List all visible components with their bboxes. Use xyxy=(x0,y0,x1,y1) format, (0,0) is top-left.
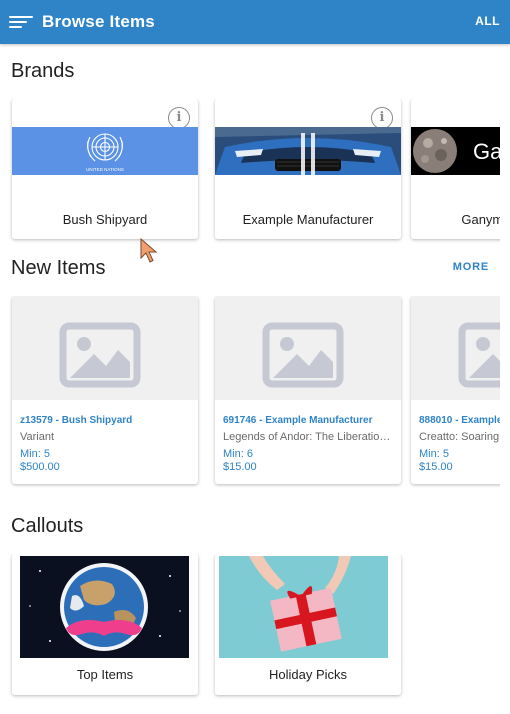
new-items-heading: New Items xyxy=(11,257,106,279)
ganymede-moon-logo: Gan xyxy=(411,127,500,175)
image-placeholder-icon xyxy=(12,296,198,400)
item-price: $500.00 xyxy=(20,461,60,473)
brands-heading: Brands xyxy=(11,60,75,82)
item-price: $15.00 xyxy=(223,461,257,473)
un-logo-text: UNITED NATIONS xyxy=(86,167,124,172)
callouts-row: Top Items Holiday Picks xyxy=(0,554,500,702)
item-min-qty: Min: 5 xyxy=(20,448,50,460)
callout-label: Top Items xyxy=(76,667,134,682)
brand-card-ganymede[interactable]: Gan Ganymede Ltd xyxy=(411,99,500,239)
image-placeholder-icon xyxy=(215,296,401,400)
blue-sports-car-photo xyxy=(215,127,401,175)
item-code[interactable]: 691746 - Example Manufacturer xyxy=(223,415,373,426)
app-bar: Browse Items ALL xyxy=(0,0,510,44)
info-icon[interactable]: i xyxy=(168,107,190,129)
item-name: Creatto: Soaring Sky xyxy=(419,431,500,443)
callouts-heading: Callouts xyxy=(11,515,84,537)
earth-mustache-image xyxy=(20,556,189,658)
item-min-qty: Min: 5 xyxy=(419,448,449,460)
brand-name: Ganymede Ltd xyxy=(461,212,500,227)
callout-label: Holiday Picks xyxy=(268,667,348,682)
item-name: Legends of Andor: The Liberation of Riet… xyxy=(223,431,395,443)
hamburger-menu-icon[interactable] xyxy=(9,12,33,32)
new-items-carousel[interactable]: z13579 - Bush Shipyard Variant Min: 5 $5… xyxy=(0,296,500,490)
item-card[interactable]: 691746 - Example Manufacturer Legends of… xyxy=(215,296,401,484)
gift-box-image xyxy=(219,556,388,658)
item-card[interactable]: z13579 - Bush Shipyard Variant Min: 5 $5… xyxy=(12,296,198,484)
brands-carousel[interactable]: i UNITED NATIONS Bush Shipyard i Example… xyxy=(0,99,500,245)
info-icon[interactable]: i xyxy=(371,107,393,129)
brand-name: Example Manufacturer xyxy=(242,212,374,227)
item-code[interactable]: z13579 - Bush Shipyard xyxy=(20,415,132,426)
brand-name: Bush Shipyard xyxy=(62,212,148,227)
brand-card-example-manufacturer[interactable]: i Example Manufacturer xyxy=(215,99,401,239)
app-title: Browse Items xyxy=(42,12,155,31)
ganymede-logo-text: Gan xyxy=(473,139,500,164)
callout-card-holiday-picks[interactable]: Holiday Picks xyxy=(215,554,401,695)
item-price: $15.00 xyxy=(419,461,453,473)
callout-card-top-items[interactable]: Top Items xyxy=(12,554,198,695)
item-min-qty: Min: 6 xyxy=(223,448,253,460)
image-placeholder-icon xyxy=(411,296,500,400)
item-code[interactable]: 888010 - Example Manufacturer xyxy=(419,415,500,426)
item-card[interactable]: 888010 - Example Manufacturer Creatto: S… xyxy=(411,296,500,484)
item-name: Variant xyxy=(20,431,55,443)
brand-card-bush-shipyard[interactable]: i UNITED NATIONS Bush Shipyard xyxy=(12,99,198,239)
more-button[interactable]: MORE xyxy=(453,261,489,273)
un-emblem-logo: UNITED NATIONS xyxy=(12,127,198,175)
all-button[interactable]: ALL xyxy=(475,14,500,28)
mouse-cursor-icon xyxy=(140,238,158,263)
